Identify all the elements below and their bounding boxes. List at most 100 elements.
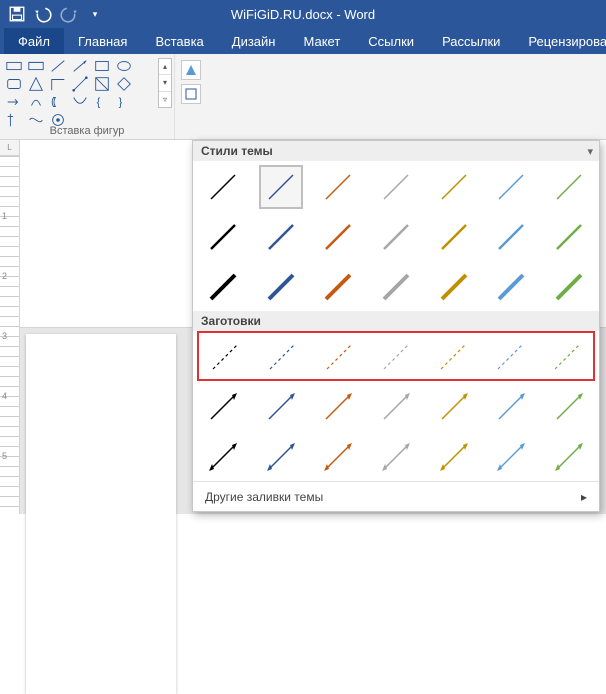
line-style-swatch[interactable] bbox=[259, 265, 303, 309]
line-preset-swatch[interactable] bbox=[374, 385, 418, 429]
line-style-swatch[interactable] bbox=[259, 215, 303, 259]
gallery-pin-icon[interactable]: ▾ bbox=[587, 145, 593, 158]
ruler-mark: 3 bbox=[2, 331, 7, 341]
line-preset-swatch[interactable] bbox=[432, 435, 476, 479]
svg-text:{: { bbox=[97, 97, 101, 109]
title-bar: ▾ WiFiGiD.RU.docx - Word bbox=[0, 0, 606, 28]
line-preset-swatch[interactable] bbox=[374, 435, 418, 479]
shape-option[interactable] bbox=[48, 76, 68, 92]
shape-outline-button[interactable] bbox=[181, 84, 201, 104]
line-style-swatch[interactable] bbox=[489, 265, 533, 309]
line-preset-swatch[interactable] bbox=[316, 435, 360, 479]
chevron-right-icon: ▸ bbox=[581, 490, 587, 504]
shape-option[interactable] bbox=[70, 94, 90, 110]
tab-mailings[interactable]: Рассылки bbox=[428, 28, 514, 54]
ruler-mark: 2 bbox=[2, 271, 7, 281]
gallery-section-presets-header: Заготовки bbox=[193, 311, 599, 331]
save-icon[interactable] bbox=[8, 5, 26, 23]
line-style-swatch[interactable] bbox=[316, 265, 360, 309]
scroll-down-icon[interactable]: ▾ bbox=[159, 75, 171, 91]
line-preset-swatch[interactable] bbox=[489, 435, 533, 479]
shape-style-gallery: ▾ Стили темы Заготовки Другие заливки те… bbox=[192, 140, 600, 512]
shapes-gallery-group: {} ▴ ▾ ▿ Вставка фигур bbox=[0, 54, 175, 139]
scroll-up-icon[interactable]: ▴ bbox=[159, 59, 171, 75]
ruler-mark: 5 bbox=[2, 451, 7, 461]
shape-option[interactable] bbox=[114, 58, 134, 74]
shape-option[interactable] bbox=[26, 94, 46, 110]
line-style-swatch[interactable] bbox=[259, 165, 303, 209]
shape-option[interactable] bbox=[92, 76, 112, 92]
line-style-swatch[interactable] bbox=[201, 165, 245, 209]
line-preset-swatch[interactable] bbox=[201, 385, 245, 429]
line-style-swatch[interactable] bbox=[547, 165, 591, 209]
line-style-swatch[interactable] bbox=[316, 165, 360, 209]
shape-option[interactable] bbox=[70, 58, 90, 74]
shapes-grid[interactable]: {} bbox=[4, 58, 154, 128]
line-preset-swatch[interactable] bbox=[374, 335, 418, 379]
line-preset-swatch[interactable] bbox=[432, 385, 476, 429]
line-style-swatch[interactable] bbox=[432, 165, 476, 209]
theme-styles-grid bbox=[193, 161, 599, 311]
shape-fill-button[interactable] bbox=[181, 60, 201, 80]
line-preset-swatch[interactable] bbox=[489, 385, 533, 429]
shape-option[interactable] bbox=[48, 58, 68, 74]
line-style-swatch[interactable] bbox=[547, 215, 591, 259]
line-preset-swatch[interactable] bbox=[545, 335, 589, 379]
gallery-more-label: Другие заливки темы bbox=[205, 490, 323, 504]
vertical-ruler: 1 2 3 4 5 bbox=[0, 156, 20, 514]
shape-option[interactable] bbox=[4, 76, 24, 92]
tab-layout[interactable]: Макет bbox=[289, 28, 354, 54]
line-style-swatch[interactable] bbox=[432, 265, 476, 309]
line-preset-swatch[interactable] bbox=[316, 385, 360, 429]
tab-home[interactable]: Главная bbox=[64, 28, 141, 54]
shape-option[interactable] bbox=[48, 94, 68, 110]
line-style-swatch[interactable] bbox=[432, 215, 476, 259]
line-preset-swatch[interactable] bbox=[547, 385, 591, 429]
ribbon-body: {} ▴ ▾ ▿ Вставка фигур bbox=[0, 54, 606, 140]
shape-option[interactable] bbox=[92, 58, 112, 74]
line-preset-swatch[interactable] bbox=[488, 335, 532, 379]
tab-file[interactable]: Файл bbox=[4, 28, 64, 54]
shape-option[interactable]: { bbox=[92, 94, 112, 110]
line-preset-swatch[interactable] bbox=[259, 385, 303, 429]
line-preset-swatch[interactable] bbox=[260, 335, 304, 379]
shape-option[interactable] bbox=[26, 76, 46, 92]
ruler-corner: L bbox=[0, 140, 20, 156]
line-preset-swatch[interactable] bbox=[547, 435, 591, 479]
tab-review[interactable]: Рецензирование bbox=[514, 28, 606, 54]
tab-insert[interactable]: Вставка bbox=[141, 28, 217, 54]
shape-option[interactable] bbox=[70, 76, 90, 92]
quick-access-toolbar: ▾ bbox=[0, 5, 112, 23]
gallery-more-fills[interactable]: Другие заливки темы ▸ bbox=[193, 481, 599, 512]
line-preset-swatch[interactable] bbox=[431, 335, 475, 379]
tab-references[interactable]: Ссылки bbox=[354, 28, 428, 54]
line-style-swatch[interactable] bbox=[374, 215, 418, 259]
shapes-scroll[interactable]: ▴ ▾ ▿ bbox=[158, 58, 172, 108]
undo-icon[interactable] bbox=[34, 5, 52, 23]
shape-option[interactable] bbox=[4, 94, 24, 110]
shape-option[interactable] bbox=[4, 58, 24, 74]
line-style-swatch[interactable] bbox=[374, 265, 418, 309]
redo-icon[interactable] bbox=[60, 5, 78, 23]
shape-option[interactable] bbox=[114, 76, 134, 92]
ruler-mark: 1 bbox=[2, 211, 7, 221]
line-style-swatch[interactable] bbox=[316, 215, 360, 259]
line-style-swatch[interactable] bbox=[489, 215, 533, 259]
ruler-mark: 4 bbox=[2, 391, 7, 401]
line-style-swatch[interactable] bbox=[489, 165, 533, 209]
line-style-swatch[interactable] bbox=[547, 265, 591, 309]
shape-option[interactable] bbox=[26, 58, 46, 74]
line-style-swatch[interactable] bbox=[374, 165, 418, 209]
qat-customize-icon[interactable]: ▾ bbox=[86, 5, 104, 23]
shapes-group-label: Вставка фигур bbox=[0, 125, 174, 137]
line-preset-swatch[interactable] bbox=[317, 335, 361, 379]
scroll-more-icon[interactable]: ▿ bbox=[159, 92, 171, 107]
line-preset-swatch[interactable] bbox=[201, 435, 245, 479]
shape-option[interactable]: } bbox=[114, 94, 134, 110]
tab-design[interactable]: Дизайн bbox=[218, 28, 290, 54]
shape-style-buttons bbox=[175, 54, 207, 139]
line-preset-swatch[interactable] bbox=[259, 435, 303, 479]
line-style-swatch[interactable] bbox=[201, 215, 245, 259]
line-style-swatch[interactable] bbox=[201, 265, 245, 309]
line-preset-swatch[interactable] bbox=[203, 335, 247, 379]
